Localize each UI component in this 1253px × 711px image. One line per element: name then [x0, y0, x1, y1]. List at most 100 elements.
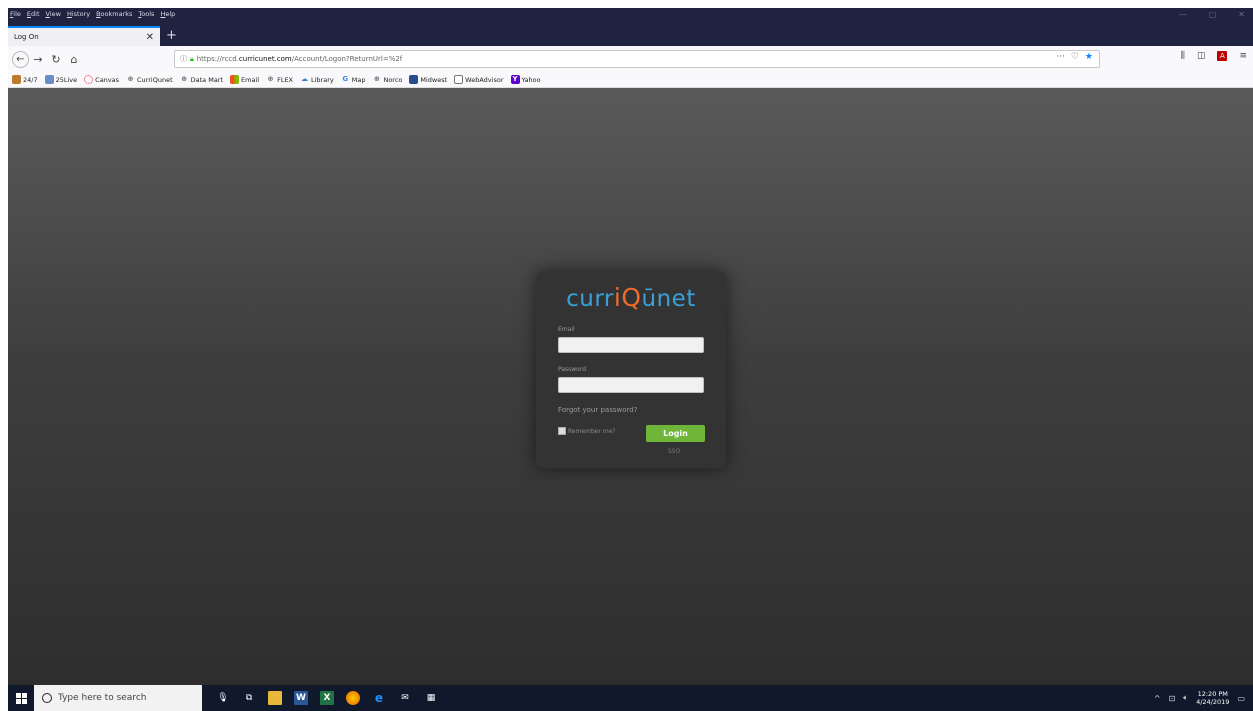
bookmark-icon — [409, 75, 419, 84]
bookmark-icon — [12, 75, 21, 84]
screen: File Edit View History Bookmarks Tools H… — [8, 8, 1253, 711]
menu-bar: File Edit View History Bookmarks Tools H… — [10, 10, 175, 20]
bookmarks-toolbar: 24/7 25Live Canvas ⊕ CurriQunet ⊕ Data Mar… — [8, 72, 1253, 88]
pdf-addon-icon[interactable]: A — [1217, 51, 1228, 61]
volume-icon[interactable]: 🔈︎ — [1183, 693, 1188, 703]
network-icon[interactable]: ⊡ — [1169, 694, 1176, 703]
clock[interactable]: 12:20 PM 4/24/2019 — [1196, 690, 1229, 706]
password-label: Password — [558, 366, 587, 373]
home-icon[interactable]: ⌂ — [65, 50, 83, 68]
windows-icon — [15, 692, 27, 704]
canvas-icon — [84, 75, 94, 84]
tab-close-icon[interactable]: ✕ — [146, 32, 154, 43]
sidebar-icon[interactable]: ◫ — [1197, 51, 1206, 61]
bookmark-25live[interactable]: 25Live — [44, 75, 77, 84]
login-button[interactable]: Login — [646, 425, 705, 442]
bookmark-norco[interactable]: ⊕ Norco — [372, 75, 402, 84]
menu-view[interactable]: View — [46, 10, 61, 20]
show-hidden-icons-icon[interactable]: ^ — [1154, 694, 1161, 703]
reload-icon[interactable]: ↻ — [47, 50, 65, 68]
menu-file[interactable]: File — [10, 10, 21, 20]
new-tab-button[interactable]: + — [166, 28, 177, 44]
login-panel: curriQūnet Email Password Forgot your pa… — [536, 271, 726, 468]
url-text: https://rccd.curricunet.com/Account/Logo… — [196, 55, 403, 63]
task-view-icon[interactable]: ⧉ — [242, 691, 256, 705]
globe-icon: ⊕ — [267, 75, 274, 83]
lock-icon[interactable]: 🔒︎ — [190, 55, 194, 64]
library-icon[interactable]: ⫼ — [1181, 51, 1185, 61]
bookmark-library[interactable]: ☁ Library — [300, 75, 334, 84]
page-content: curriQūnet Email Password Forgot your pa… — [8, 88, 1253, 685]
globe-icon: ⊕ — [127, 75, 134, 83]
url-actions: ··· ♡ ★ — [1056, 52, 1093, 62]
bookmark-canvas[interactable]: Canvas — [84, 75, 119, 84]
calculator-icon[interactable]: ▦ — [424, 691, 438, 705]
microsoft-icon — [230, 75, 240, 84]
curriqunet-logo: curriQūnet — [566, 283, 696, 312]
clock-time: 12:20 PM — [1197, 690, 1228, 698]
menu-bookmarks[interactable]: Bookmarks — [96, 10, 132, 20]
bookmark-midwest[interactable]: Midwest — [409, 75, 447, 84]
tab-log-on[interactable]: Log On ✕ — [8, 26, 160, 46]
globe-icon: ⊕ — [181, 75, 188, 83]
close-window-button[interactable]: ✕ — [1238, 10, 1245, 19]
firefox-icon[interactable] — [346, 691, 360, 705]
forward-arrow-icon[interactable]: → — [29, 50, 47, 68]
remember-me-checkbox[interactable] — [558, 427, 566, 435]
search-placeholder: Type here to search — [58, 693, 147, 703]
menu-edit[interactable]: Edit — [27, 10, 40, 20]
password-field[interactable] — [558, 377, 704, 393]
bookmark-email[interactable]: Email — [230, 75, 259, 84]
bookmark-star-icon[interactable]: ★ — [1085, 52, 1093, 62]
hamburger-menu-icon[interactable]: ≡ — [1239, 51, 1247, 61]
microphone-icon[interactable]: 🎙︎ — [216, 691, 230, 705]
window-controls: — ▢ ✕ — [1179, 10, 1245, 19]
taskbar-search[interactable]: Type here to search — [34, 685, 202, 711]
bookmark-247[interactable]: 24/7 — [12, 75, 38, 84]
forgot-password-link[interactable]: Forgot your password? — [558, 406, 637, 414]
word-icon[interactable]: W — [294, 691, 308, 705]
edge-icon[interactable]: e — [372, 691, 386, 705]
remember-me: Remember me? — [558, 427, 616, 435]
taskbar: Type here to search 🎙︎ ⧉ W X e ✉ ▦ ^ ⊡ 🔈… — [8, 685, 1253, 711]
cortana-icon — [42, 693, 52, 703]
bookmark-map[interactable]: G Map — [341, 75, 365, 84]
page-actions-icon[interactable]: ··· — [1056, 52, 1065, 62]
bookmark-webadvisor[interactable]: WebAdvisor — [454, 75, 504, 84]
menu-help[interactable]: Help — [160, 10, 175, 20]
bookmark-flex[interactable]: ⊕ FLEX — [266, 75, 293, 84]
remember-me-label: Remember me? — [568, 427, 616, 435]
bookmark-icon — [44, 75, 54, 84]
bookmark-curriqunet[interactable]: ⊕ CurriQunet — [126, 75, 173, 84]
cloud-icon: ☁ — [301, 75, 308, 83]
bookmark-icon — [454, 75, 464, 84]
sso-link[interactable]: SSO — [668, 448, 680, 455]
start-button[interactable] — [8, 685, 34, 711]
mail-icon[interactable]: ✉ — [398, 691, 412, 705]
url-bar[interactable]: ⓘ 🔒︎ https://rccd.curricunet.com/Account… — [174, 50, 1100, 68]
clock-date: 4/24/2019 — [1196, 698, 1230, 706]
toolbar-right: ⫼ ◫ A ≡ — [1181, 51, 1247, 61]
nav-bar: ← → ↻ ⌂ ⓘ 🔒︎ https://rccd.curricunet.com… — [8, 46, 1253, 72]
menu-tools[interactable]: Tools — [138, 10, 154, 20]
minimize-button[interactable]: — — [1179, 10, 1187, 19]
email-field[interactable] — [558, 337, 704, 353]
bookmark-data-mart[interactable]: ⊕ Data Mart — [180, 75, 223, 84]
yahoo-icon: Y — [510, 75, 520, 84]
title-bar: File Edit View History Bookmarks Tools H… — [8, 8, 1253, 46]
google-icon: G — [342, 75, 349, 83]
system-tray: ^ ⊡ 🔈︎ 12:20 PM 4/24/2019 ▭ — [1154, 685, 1245, 711]
email-label: Email — [558, 326, 575, 333]
globe-icon: ⊕ — [374, 75, 380, 83]
bookmark-yahoo[interactable]: Y Yahoo — [510, 75, 541, 84]
maximize-button[interactable]: ▢ — [1209, 10, 1217, 19]
tab-title: Log On — [14, 33, 39, 41]
notifications-icon[interactable]: ▭ — [1237, 694, 1245, 703]
pocket-icon[interactable]: ♡ — [1071, 52, 1079, 62]
taskbar-apps: 🎙︎ ⧉ W X e ✉ ▦ — [216, 691, 438, 705]
excel-icon[interactable]: X — [320, 691, 334, 705]
file-explorer-icon[interactable] — [268, 691, 282, 705]
back-arrow-icon[interactable]: ← — [12, 50, 29, 68]
menu-history[interactable]: History — [67, 10, 90, 20]
info-icon[interactable]: ⓘ — [180, 54, 187, 64]
